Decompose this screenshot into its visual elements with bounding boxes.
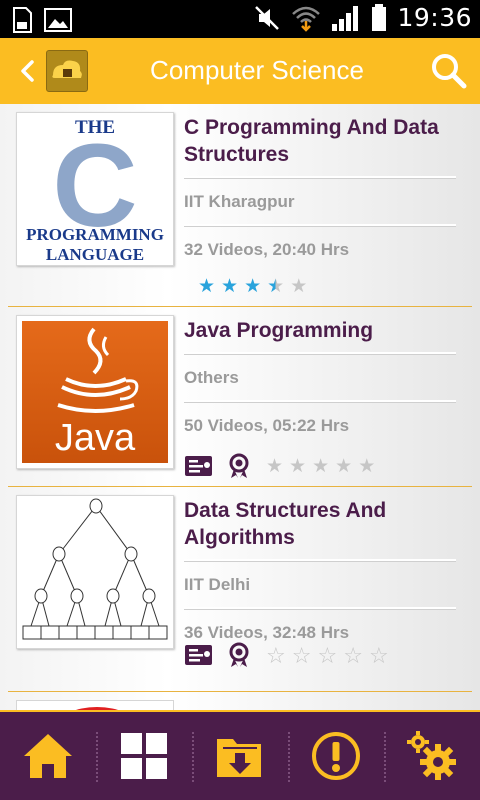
sd-card-icon bbox=[13, 7, 32, 33]
clock: 19:36 bbox=[397, 3, 472, 32]
wifi-icon bbox=[292, 6, 321, 32]
star-icon: ★ bbox=[290, 276, 308, 297]
rating-stars: ★ ★ ★ ★ ★ bbox=[198, 277, 307, 296]
star-icon: ☆ bbox=[368, 642, 389, 668]
star-icon: ★ bbox=[198, 276, 216, 297]
course-title[interactable]: C Programming And Data Structures bbox=[184, 114, 456, 178]
nav-categories[interactable] bbox=[96, 712, 192, 800]
certificate-icon bbox=[185, 456, 212, 476]
course-info: C Programming And Data Structures IIT Kh… bbox=[184, 114, 456, 272]
star-icon: ★ bbox=[266, 455, 284, 477]
app-bar: Computer Science bbox=[0, 38, 480, 104]
rating-row: ★ ★ ★ ★ ★ bbox=[198, 277, 307, 296]
course-title[interactable]: Java Programming bbox=[184, 317, 456, 354]
star-icon: ★ bbox=[267, 276, 285, 297]
grid-icon bbox=[121, 733, 167, 779]
star-icon: ☆ bbox=[291, 642, 312, 668]
battery-icon bbox=[372, 3, 387, 31]
course-info: Java Programming Others 50 Videos, 05:22… bbox=[184, 317, 456, 448]
star-icon: ☆ bbox=[317, 642, 338, 668]
course-info: Data Structures And Algorithms IIT Delhi… bbox=[184, 497, 456, 655]
home-icon bbox=[24, 734, 72, 778]
star-icon: ★ bbox=[312, 455, 330, 477]
course-list[interactable]: THE C PROGRAMMING LANGUAGE C Programming… bbox=[0, 104, 480, 710]
award-icon bbox=[229, 453, 249, 478]
star-icon: ★ bbox=[358, 455, 376, 477]
course-institute: IIT Delhi bbox=[184, 561, 456, 609]
alert-icon bbox=[312, 732, 360, 780]
thumbnail-text: LANGUAGE bbox=[45, 245, 145, 264]
course-stats: 32 Videos, 20:40 Hrs bbox=[184, 240, 350, 259]
certificate-icon bbox=[185, 645, 212, 665]
star-icon: ★ bbox=[244, 276, 262, 297]
course-institute: Others bbox=[184, 354, 456, 402]
thumbnail-text: Java bbox=[54, 417, 136, 459]
nav-alerts[interactable] bbox=[288, 712, 384, 800]
rating-row: ★ ★ ★ ★ ★ bbox=[184, 453, 375, 479]
award-icon bbox=[229, 642, 249, 667]
course-institute: IIT Kharagpur bbox=[184, 178, 456, 226]
course-thumbnail: THE C PROGRAMMING LANGUAGE bbox=[16, 112, 174, 266]
star-icon: ☆ bbox=[266, 642, 286, 668]
star-icon: ★ bbox=[221, 276, 239, 297]
star-icon: ☆ bbox=[343, 642, 363, 668]
nav-settings[interactable] bbox=[384, 712, 480, 800]
settings-icon bbox=[407, 731, 456, 780]
download-folder-icon bbox=[217, 739, 261, 777]
tree-diagram-icon bbox=[22, 498, 168, 640]
nav-home[interactable] bbox=[0, 712, 96, 800]
rating-stars: ★ ★ ★ ★ ★ bbox=[266, 457, 375, 476]
mute-icon bbox=[255, 5, 280, 30]
course-card[interactable]: THE C PROGRAMMING LANGUAGE C Programming… bbox=[8, 104, 472, 307]
course-thumbnail: Java bbox=[16, 315, 174, 469]
status-bar: 19:36 bbox=[0, 0, 480, 38]
signal-icon bbox=[332, 5, 359, 31]
nav-downloads[interactable] bbox=[192, 712, 288, 800]
course-thumbnail bbox=[16, 700, 174, 710]
thumbnail-text: PROGRAMMING bbox=[26, 225, 164, 244]
bottom-nav bbox=[0, 710, 480, 800]
course-card[interactable]: Java Java Programming Others 50 Videos, … bbox=[8, 307, 472, 487]
page-title: Computer Science bbox=[150, 55, 364, 85]
rating-row: ☆ ☆ ☆ ☆ ☆ bbox=[184, 642, 389, 668]
course-card[interactable]: Data Structures And Algorithms IIT Delhi… bbox=[8, 487, 472, 692]
course-title[interactable]: Data Structures And Algorithms bbox=[184, 497, 456, 561]
coffee-cup-icon bbox=[57, 327, 139, 413]
search-icon[interactable] bbox=[430, 52, 468, 90]
star-icon: ★ bbox=[289, 455, 307, 477]
image-icon bbox=[44, 8, 72, 32]
course-card[interactable] bbox=[8, 692, 472, 710]
course-stats: 50 Videos, 05:22 Hrs bbox=[184, 416, 350, 435]
star-icon: ★ bbox=[335, 455, 353, 477]
course-thumbnail bbox=[16, 495, 174, 649]
rating-stars: ☆ ☆ ☆ ☆ ☆ bbox=[266, 642, 389, 668]
